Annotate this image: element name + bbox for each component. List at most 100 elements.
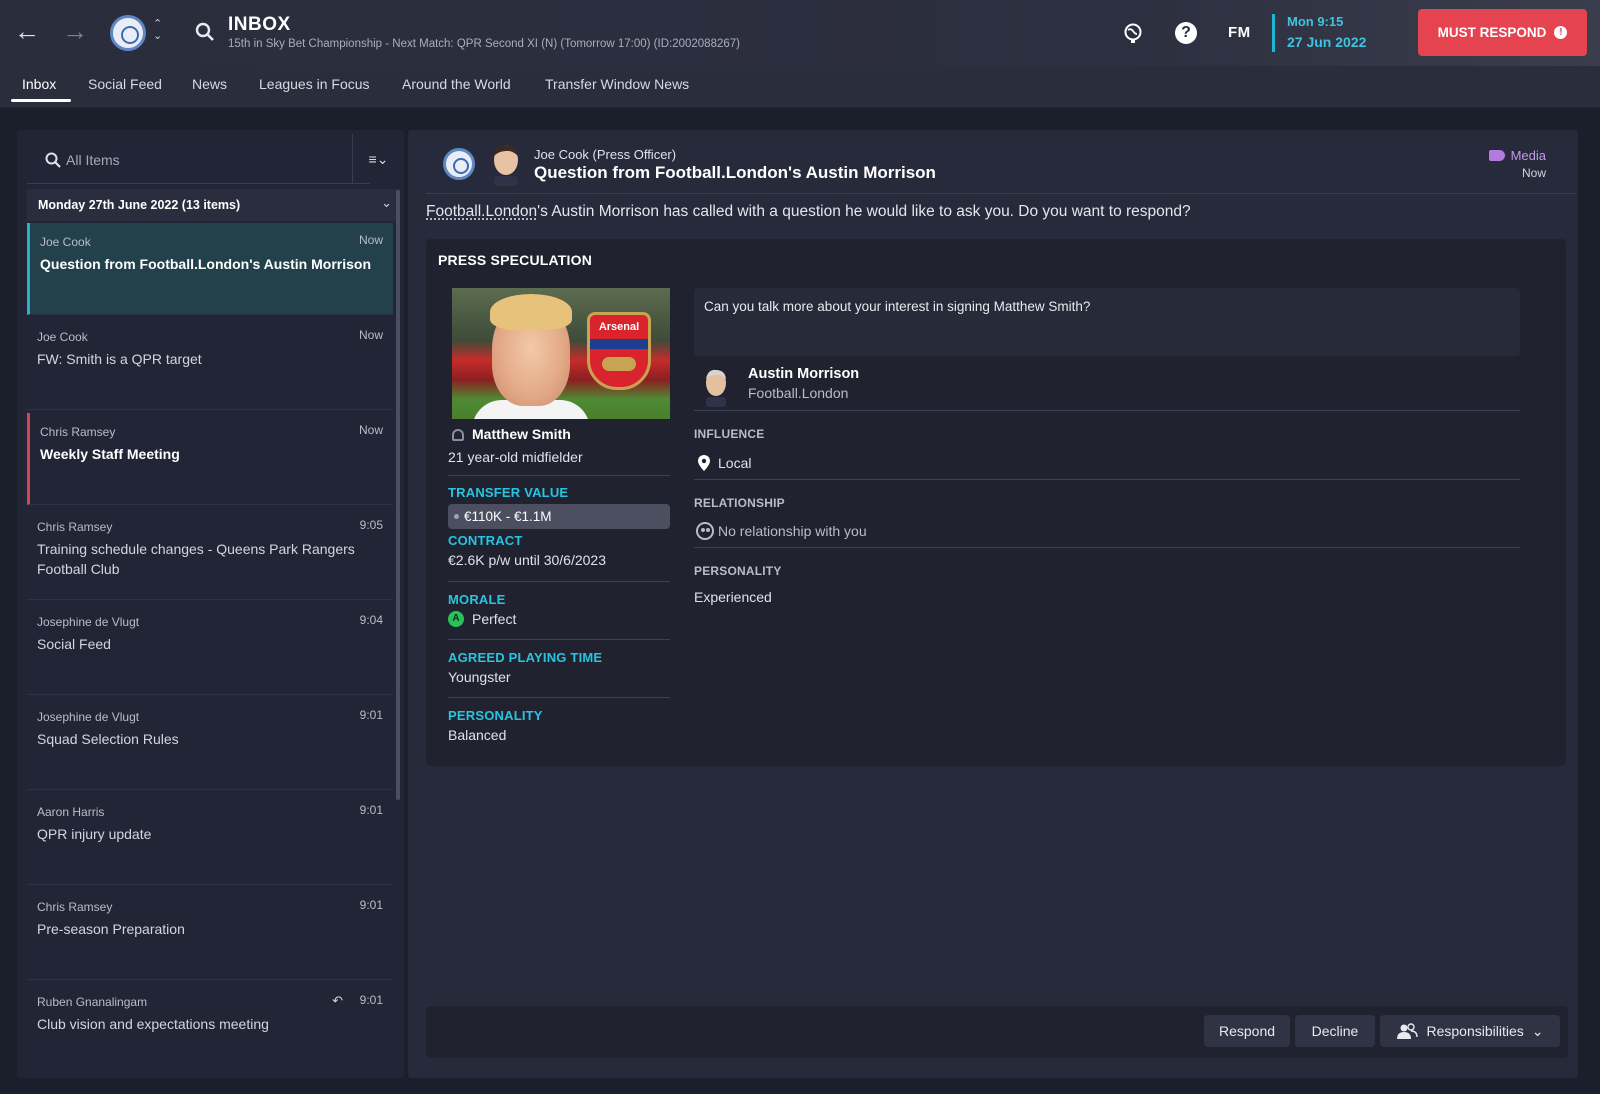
message-detail-panel: Joe Cook (Press Officer) Question from F…: [408, 130, 1578, 1078]
top-bar: ← → ⌃ ⌄ INBOX 15th in Sky Bet Championshi…: [0, 0, 1600, 66]
respond-button[interactable]: Respond: [1204, 1015, 1290, 1047]
reporter-name[interactable]: Austin Morrison: [748, 366, 859, 382]
message-subject: FW: Smith is a QPR target: [37, 351, 202, 367]
page-subtitle[interactable]: 15th in Sky Bet Championship - Next Matc…: [228, 38, 740, 50]
world-globe-icon[interactable]: [1122, 22, 1144, 44]
tab-around-the-world[interactable]: Around the World: [402, 76, 511, 92]
back-arrow-icon[interactable]: ←: [14, 18, 40, 44]
press-card-title: PRESS SPECULATION: [438, 252, 593, 268]
player-description: 21 year-old midfielder: [448, 449, 583, 465]
press-question: Can you talk more about your interest in…: [704, 299, 1091, 314]
message-subject: QPR injury update: [37, 826, 152, 842]
forward-arrow-icon[interactable]: →: [62, 18, 88, 44]
category-label: Media: [1510, 148, 1546, 163]
divider: [448, 581, 670, 582]
tab-inbox[interactable]: Inbox: [22, 76, 56, 92]
divider: [448, 475, 670, 476]
message-time: 9:01: [359, 708, 383, 722]
message-time: 9:01: [359, 803, 383, 817]
inbox-message[interactable]: Chris Ramsey 9:05 Training schedule chan…: [27, 508, 393, 600]
message-sender: Aaron Harris: [37, 805, 105, 819]
player-name[interactable]: Matthew Smith: [472, 426, 571, 442]
transfer-value-label: TRANSFER VALUE: [448, 485, 569, 500]
relationship-label: RELATIONSHIP: [694, 496, 785, 510]
transfer-value-bar[interactable]: €110K - €1.1M: [448, 504, 670, 529]
tab-leagues-in-focus[interactable]: Leagues in Focus: [259, 76, 370, 92]
message-sender: Chris Ramsey: [37, 900, 113, 914]
search-icon[interactable]: [195, 22, 215, 42]
reporter-avatar[interactable]: [702, 367, 730, 407]
list-menu-icon: ≡⌄: [368, 150, 389, 167]
message-time: Now: [358, 423, 383, 437]
decline-button[interactable]: Decline: [1295, 1015, 1375, 1047]
tab-social-feed[interactable]: Social Feed: [88, 76, 162, 92]
must-respond-button[interactable]: MUST RESPOND !: [1418, 9, 1587, 56]
divider: [694, 479, 1520, 480]
message-time: 9:01: [359, 993, 383, 1007]
chevron-down-icon: ⌄: [381, 195, 392, 210]
message-sender: Josephine de Vlugt: [37, 615, 140, 629]
scrollbar[interactable]: [396, 190, 400, 800]
arsenal-crest-icon: Arsenal: [587, 312, 651, 390]
influence-value: Local: [718, 455, 752, 471]
club-crest-icon[interactable]: [110, 15, 146, 51]
date-group-header[interactable]: Monday 27th June 2022 (13 items) ⌄: [27, 189, 400, 221]
divider: [694, 547, 1520, 548]
player-hair: [490, 294, 572, 330]
player-personality-label: PERSONALITY: [448, 708, 543, 723]
reporter-personality-value: Experienced: [694, 589, 772, 605]
respond-label: Respond: [1218, 1023, 1276, 1039]
replied-icon: ↶: [332, 993, 343, 1008]
inbox-message[interactable]: Joe Cook Now FW: Smith is a QPR target: [27, 318, 393, 410]
media-outlet-link[interactable]: Football.London: [426, 203, 537, 220]
sender-avatar[interactable]: [488, 142, 524, 186]
club-switcher-arrows-icon[interactable]: ⌃ ⌄: [153, 18, 162, 42]
message-sender: Josephine de Vlugt: [37, 710, 140, 724]
game-date: 27 Jun 2022: [1287, 34, 1367, 50]
message-title: Question from Football.London's Austin M…: [534, 163, 936, 182]
contract-value: €2.6K p/w until 30/6/2023: [448, 552, 607, 568]
message-sender[interactable]: Joe Cook (Press Officer): [534, 147, 676, 162]
inbox-message[interactable]: Josephine de Vlugt 9:01 Squad Selection …: [27, 698, 393, 790]
inbox-tabs: [0, 66, 1600, 108]
inbox-message[interactable]: Ruben Gnanalingam ↶ 9:01 Club vision and…: [27, 983, 393, 1075]
date-group-label: Monday 27th June 2022 (13 items): [38, 198, 241, 212]
game-time: Mon 9:15: [1287, 14, 1344, 29]
inbox-message[interactable]: Chris Ramsey Now Weekly Staff Meeting: [27, 413, 393, 505]
tab-transfer-window-news[interactable]: Transfer Window News: [545, 76, 689, 92]
people-icon: [1397, 1023, 1419, 1039]
message-sender: Joe Cook: [37, 330, 88, 344]
playing-time-value: Youngster: [448, 669, 511, 685]
club-crest-icon: [443, 148, 475, 180]
message-time: Now: [1521, 166, 1546, 180]
chevron-down-icon: ⌄: [1531, 1022, 1544, 1039]
filter-menu-button[interactable]: ≡⌄: [352, 134, 404, 184]
divider: [448, 697, 670, 698]
inbox-message[interactable]: Josephine de Vlugt 9:04 Social Feed: [27, 603, 393, 695]
message-header: Joe Cook (Press Officer) Question from F…: [426, 136, 1576, 194]
responsibilities-button[interactable]: Responsibilities ⌄: [1380, 1015, 1560, 1047]
influence-label: INFLUENCE: [694, 427, 765, 441]
help-icon[interactable]: ?: [1175, 22, 1197, 44]
tab-news[interactable]: News: [192, 76, 227, 92]
message-sender: Ruben Gnanalingam: [37, 995, 148, 1009]
message-subject: Weekly Staff Meeting: [40, 446, 180, 462]
search-placeholder: All Items: [66, 152, 120, 168]
inbox-search-input[interactable]: All Items: [27, 134, 370, 184]
player-photo[interactable]: Arsenal: [452, 288, 670, 419]
morale-value: Perfect: [472, 611, 517, 627]
message-time: 9:04: [359, 613, 383, 627]
inbox-message[interactable]: Joe Cook Now Question from Football.Lond…: [27, 223, 393, 315]
date-accent-bar: [1272, 14, 1275, 52]
relationship-value: No relationship with you: [718, 523, 867, 539]
fm-logo[interactable]: FM: [1228, 24, 1251, 41]
inbox-message[interactable]: Aaron Harris 9:01 QPR injury update: [27, 793, 393, 885]
active-tab-indicator: [11, 99, 71, 102]
responsibilities-label: Responsibilities: [1426, 1023, 1524, 1039]
contract-label: CONTRACT: [448, 533, 523, 548]
intro-text: 's Austin Morrison has called with a que…: [537, 203, 1191, 220]
inbox-message[interactable]: Chris Ramsey 9:01 Pre-season Preparation: [27, 888, 393, 980]
reporter-personality-label: PERSONALITY: [694, 564, 782, 578]
decline-label: Decline: [1311, 1023, 1359, 1039]
location-pin-icon: [698, 455, 710, 471]
